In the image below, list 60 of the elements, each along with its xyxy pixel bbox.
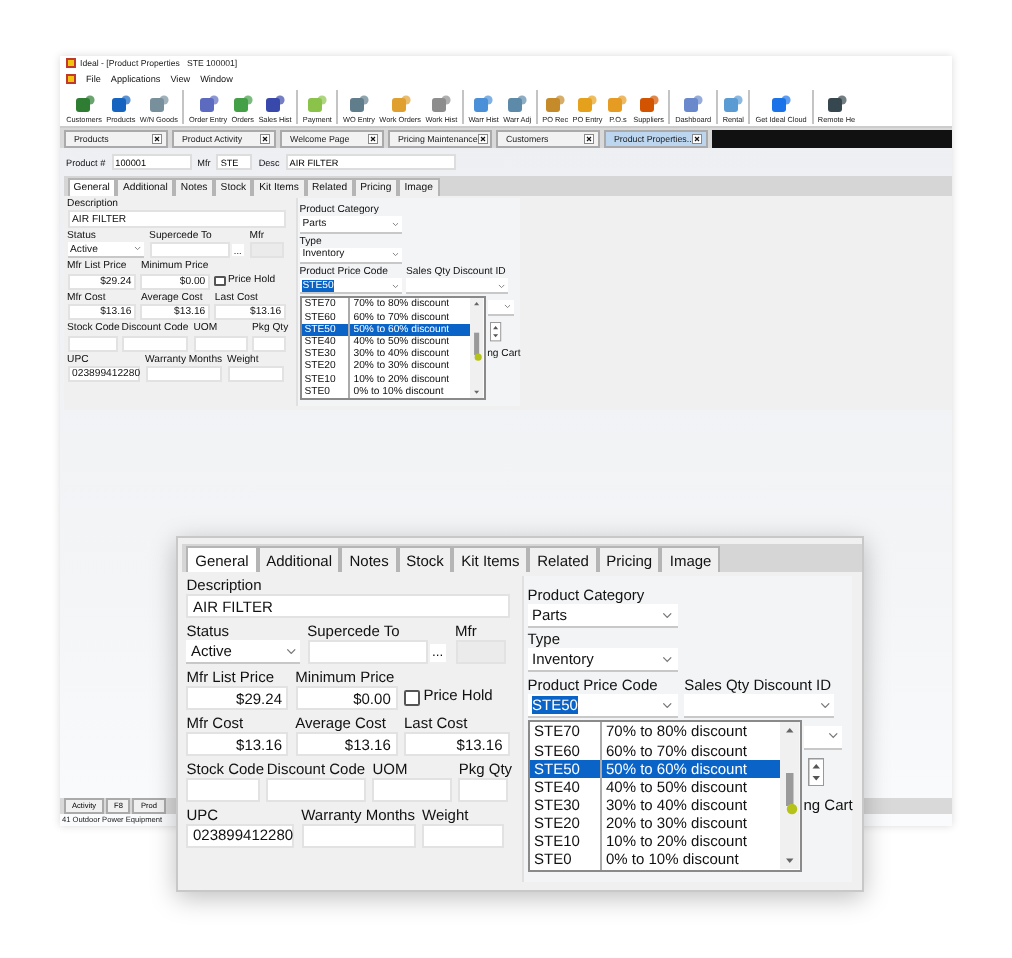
chevron-icon	[662, 701, 673, 709]
app-icon	[637, 94, 660, 114]
chevron-icon	[391, 221, 399, 227]
uom-field[interactable]	[193, 335, 248, 352]
warranty-field[interactable]	[301, 823, 416, 848]
pkg-qty-field[interactable]	[458, 777, 509, 802]
app-icon	[682, 94, 705, 114]
weight-field[interactable]	[227, 366, 284, 383]
chevron-icon	[503, 304, 511, 309]
discount-code-field[interactable]	[266, 777, 366, 802]
app-icon	[347, 94, 370, 114]
close-icon[interactable]	[477, 134, 488, 144]
scrollbar[interactable]	[470, 298, 485, 399]
chevron-icon	[662, 611, 673, 619]
warranty-field[interactable]	[145, 366, 223, 383]
app-icon	[472, 94, 495, 114]
scrollbar[interactable]	[780, 722, 800, 870]
app-icon	[430, 94, 453, 114]
chevron-icon	[819, 701, 830, 709]
chevron-icon	[285, 648, 296, 655]
app-icon	[231, 94, 254, 114]
spinner-icon[interactable]	[808, 758, 825, 787]
chevron-icon	[662, 656, 673, 664]
spinner-icon[interactable]	[490, 321, 502, 342]
supercede-field[interactable]	[149, 241, 231, 259]
stock-code-field[interactable]	[186, 777, 260, 802]
close-icon[interactable]	[260, 134, 270, 144]
app-icon	[73, 94, 95, 114]
checkbox[interactable]	[404, 690, 419, 706]
close-icon[interactable]	[368, 134, 378, 144]
app-icon	[770, 94, 793, 114]
uom-field[interactable]	[372, 777, 452, 802]
chevron-icon	[391, 283, 399, 288]
weight-field[interactable]	[422, 823, 505, 848]
app-icon	[722, 94, 745, 114]
app-icon	[606, 94, 629, 114]
chevron-icon	[497, 283, 506, 288]
price-code-list[interactable]	[299, 296, 487, 401]
close-icon[interactable]	[152, 134, 162, 144]
app-icon	[389, 94, 412, 114]
price-code-list[interactable]	[527, 720, 802, 872]
app-icon	[306, 94, 329, 114]
chevron-icon	[827, 732, 838, 740]
chevron-icon	[134, 246, 142, 252]
discount-code-field[interactable]	[121, 335, 189, 352]
app-icon	[147, 94, 170, 114]
app-icon	[197, 94, 220, 114]
app-icon	[825, 94, 848, 114]
stock-code-field[interactable]	[67, 335, 117, 352]
app-icon	[109, 94, 132, 114]
app-icon	[506, 94, 529, 114]
close-icon[interactable]	[584, 134, 594, 144]
app-icon	[264, 94, 286, 114]
chevron-icon	[391, 252, 399, 257]
checkbox[interactable]	[214, 276, 226, 287]
close-icon[interactable]	[692, 134, 702, 144]
app-icon	[544, 94, 567, 114]
supercede-field[interactable]	[307, 640, 428, 665]
app-icon	[576, 94, 599, 114]
pkg-qty-field[interactable]	[252, 335, 286, 352]
